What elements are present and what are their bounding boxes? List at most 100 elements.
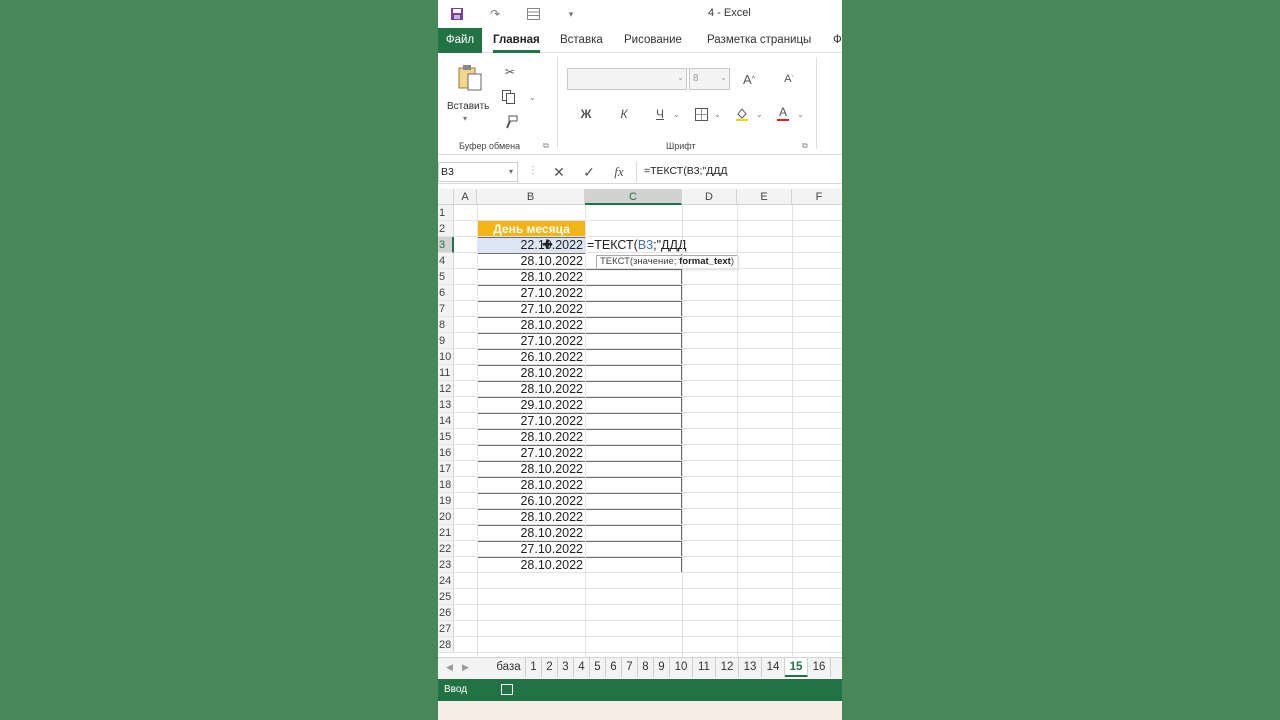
result-cell[interactable] — [585, 477, 682, 493]
font-size-combo[interactable]: 8 ⌄ — [689, 68, 730, 90]
result-cell[interactable] — [585, 541, 682, 557]
tab-draw[interactable]: Рисование — [624, 28, 682, 53]
date-cell[interactable]: 28.10.2022 — [477, 253, 586, 269]
result-cell[interactable] — [585, 525, 682, 541]
row-header[interactable]: 11 — [438, 365, 454, 381]
row-header[interactable]: 9 — [438, 333, 454, 349]
bold-button[interactable]: Ж — [577, 105, 595, 123]
row-header[interactable]: 13 — [438, 397, 454, 413]
sheet-tab[interactable]: 14 — [762, 658, 785, 677]
row-header[interactable]: 25 — [438, 589, 454, 605]
sheet-tab[interactable]: 10 — [670, 658, 693, 677]
underline-dropdown-icon[interactable]: ⌄ — [673, 110, 680, 119]
sheet-tab[interactable]: 4 — [574, 658, 590, 677]
date-cell[interactable]: 27.10.2022 — [477, 285, 586, 301]
row-header[interactable]: 18 — [438, 477, 454, 493]
sheet-tab[interactable]: 15 — [785, 658, 808, 677]
sheet-tab[interactable]: 12 — [716, 658, 739, 677]
row-header[interactable]: 3 — [438, 237, 454, 253]
column-header-d[interactable]: D — [682, 189, 737, 205]
result-cell[interactable] — [585, 381, 682, 397]
sheet-tab[interactable]: 11 — [693, 658, 716, 677]
date-cell[interactable]: 28.10.2022 — [477, 381, 586, 397]
column-header-c[interactable]: C — [585, 189, 682, 205]
result-cell[interactable] — [585, 461, 682, 477]
customize-quick-access-icon[interactable]: ▾ — [562, 5, 580, 23]
paste-label[interactable]: Вставить — [447, 101, 489, 112]
tab-file[interactable]: Файл — [438, 28, 482, 53]
row-header[interactable]: 28 — [438, 637, 454, 653]
date-cell[interactable]: 27.10.2022 — [477, 541, 586, 557]
sheet-tab[interactable]: 9 — [654, 658, 670, 677]
row-header[interactable]: 16 — [438, 445, 454, 461]
result-cell[interactable] — [585, 333, 682, 349]
column-header-b[interactable]: B — [477, 189, 585, 205]
date-cell[interactable]: 28.10.2022 — [477, 461, 586, 477]
paste-dropdown-icon[interactable]: ▾ — [463, 114, 467, 123]
select-all-corner[interactable] — [438, 189, 454, 205]
row-header[interactable]: 17 — [438, 461, 454, 477]
sheet-tab[interactable]: 7 — [622, 658, 638, 677]
formula-bar-grip-icon[interactable]: ⋮ — [528, 165, 538, 176]
formula-input[interactable]: =ТЕКСТ(B3;"ДДД — [636, 162, 842, 182]
shrink-font-icon[interactable]: Aˇ — [780, 70, 798, 88]
insert-function-button[interactable]: fx — [608, 163, 630, 181]
tab-home[interactable]: Главная — [493, 28, 540, 53]
result-cell[interactable] — [585, 557, 682, 573]
date-cell[interactable]: 29.10.2022 — [477, 397, 586, 413]
row-header[interactable]: 6 — [438, 285, 454, 301]
date-cell[interactable]: 26.10.2022 — [477, 349, 586, 365]
tab-formulas[interactable]: Ф — [833, 28, 842, 53]
row-header[interactable]: 8 — [438, 317, 454, 333]
fill-color-dropdown-icon[interactable]: ⌄ — [756, 110, 763, 119]
date-cell[interactable]: 26.10.2022 — [477, 493, 586, 509]
row-header[interactable]: 2 — [438, 221, 454, 237]
row-header[interactable]: 22 — [438, 541, 454, 557]
result-cell[interactable] — [585, 397, 682, 413]
result-cell[interactable] — [585, 285, 682, 301]
enter-icon[interactable]: ✓ — [578, 163, 600, 181]
row-header[interactable]: 26 — [438, 605, 454, 621]
date-cell[interactable]: 28.10.2022 — [477, 269, 586, 285]
sheet-tab[interactable]: 2 — [542, 658, 558, 677]
tab-insert[interactable]: Вставка — [560, 28, 603, 53]
italic-button[interactable]: К — [615, 105, 633, 123]
result-cell[interactable] — [585, 317, 682, 333]
row-header[interactable]: 24 — [438, 573, 454, 589]
date-cell[interactable]: 28.10.2022 — [477, 557, 586, 573]
save-icon[interactable] — [448, 5, 466, 23]
column-header-a[interactable]: A — [454, 189, 477, 205]
date-cell[interactable]: 27.10.2022 — [477, 333, 586, 349]
result-cell[interactable] — [585, 509, 682, 525]
borders-icon[interactable] — [692, 105, 710, 123]
date-cell[interactable]: 27.10.2022 — [477, 445, 586, 461]
sheet-tab[interactable]: 1 — [526, 658, 542, 677]
row-header[interactable]: 4 — [438, 253, 454, 269]
column-header-f[interactable]: F — [792, 189, 842, 205]
macro-recording-icon[interactable] — [501, 684, 513, 695]
scroll-right-icon[interactable]: ▶ — [462, 662, 469, 673]
sheet-tab[interactable]: 13 — [739, 658, 762, 677]
row-header[interactable]: 5 — [438, 269, 454, 285]
row-header[interactable]: 19 — [438, 493, 454, 509]
date-cell[interactable]: 28.10.2022 — [477, 525, 586, 541]
column-header-e[interactable]: E — [737, 189, 792, 205]
row-header[interactable]: 21 — [438, 525, 454, 541]
worksheet-grid[interactable]: A B C D E F День месяца 22.10.2022 28.10.… — [438, 189, 842, 657]
row-header[interactable]: 12 — [438, 381, 454, 397]
row-header[interactable]: 27 — [438, 621, 454, 637]
date-cell[interactable]: 28.10.2022 — [477, 429, 586, 445]
font-color-dropdown-icon[interactable]: ⌄ — [797, 110, 804, 119]
cut-icon[interactable]: ✂ — [502, 64, 518, 80]
result-cell[interactable] — [585, 493, 682, 509]
header-cell-b2[interactable]: День месяца — [477, 221, 586, 237]
clipboard-launcher-icon[interactable]: ⧉ — [543, 141, 549, 151]
borders-dropdown-icon[interactable]: ⌄ — [714, 110, 721, 119]
result-cell[interactable] — [585, 429, 682, 445]
copy-dropdown-icon[interactable]: ⌄ — [529, 93, 536, 102]
sheet-tab[interactable]: 8 — [638, 658, 654, 677]
sheet-tab[interactable]: 5 — [590, 658, 606, 677]
font-launcher-icon[interactable]: ⧉ — [802, 141, 808, 151]
sheet-tab[interactable]: база — [492, 658, 526, 677]
result-cell[interactable] — [585, 413, 682, 429]
